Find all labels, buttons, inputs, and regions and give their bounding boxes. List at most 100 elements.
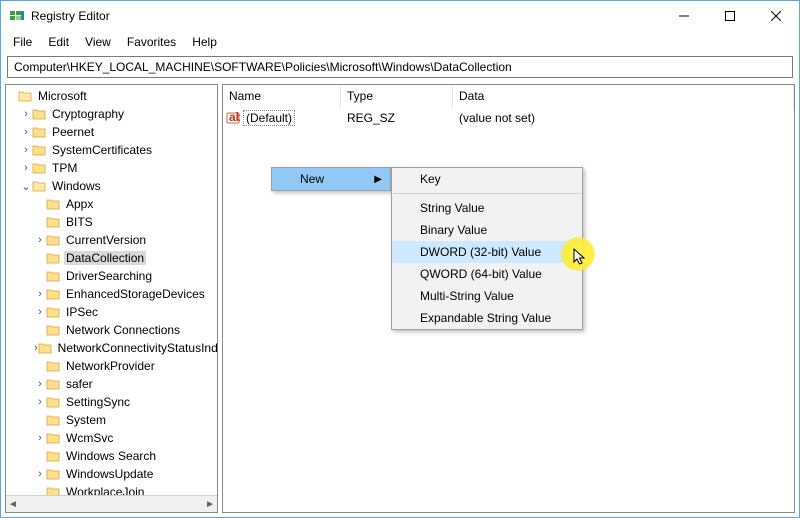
tree-pane: Microsoft › Cryptography › Peernet › SystemCer… <box>5 84 218 513</box>
expander-icon[interactable]: › <box>34 432 46 444</box>
tree-node[interactable]: NetworkProvider <box>6 357 217 375</box>
tree-node[interactable]: BITS <box>6 213 217 231</box>
svg-text:ab: ab <box>229 111 240 124</box>
menu-favorites[interactable]: Favorites <box>119 32 184 52</box>
expander-icon[interactable]: › <box>34 234 46 246</box>
expander-icon[interactable]: › <box>34 378 46 390</box>
submenu-string-value[interactable]: String Value <box>392 197 582 219</box>
tree-node-label: IPSec <box>64 305 100 319</box>
col-name[interactable]: Name <box>223 85 341 108</box>
expander-icon[interactable]: › <box>20 108 32 120</box>
tree-node-label: CurrentVersion <box>64 233 148 247</box>
expander-icon[interactable]: ⌄ <box>20 180 32 193</box>
folder-icon <box>46 486 60 495</box>
tree-node[interactable]: › IPSec <box>6 303 217 321</box>
folder-icon <box>46 252 60 264</box>
expander-icon[interactable]: › <box>20 162 32 174</box>
tree-node[interactable]: › TPM <box>6 159 217 177</box>
value-row[interactable]: ab (Default) REG_SZ (value not set) <box>223 108 794 127</box>
tree-node[interactable]: Microsoft <box>6 87 217 105</box>
tree-node[interactable]: ⌄ Windows <box>6 177 217 195</box>
tree-node[interactable]: DataCollection <box>6 249 217 267</box>
tree-node-label: WcmSvc <box>64 431 115 445</box>
folder-icon <box>46 432 60 444</box>
tree-node-label: DataCollection <box>64 251 146 265</box>
tree-node[interactable]: › WcmSvc <box>6 429 217 447</box>
tree-node-label: Cryptography <box>50 107 126 121</box>
folder-icon <box>46 288 60 300</box>
tree-node[interactable]: › Peernet <box>6 123 217 141</box>
submenu-expandstring-value[interactable]: Expandable String Value <box>392 307 582 329</box>
tree-node[interactable]: WorkplaceJoin <box>6 483 217 495</box>
menu-file[interactable]: File <box>5 32 40 52</box>
tree-node-label: EnhancedStorageDevices <box>64 287 207 301</box>
menu-help[interactable]: Help <box>184 32 225 52</box>
string-value-icon: ab <box>223 111 243 125</box>
expander-icon[interactable]: › <box>20 126 32 138</box>
menu-edit[interactable]: Edit <box>40 32 77 52</box>
menu-view[interactable]: View <box>77 32 119 52</box>
tree-node[interactable]: › Cryptography <box>6 105 217 123</box>
address-bar[interactable]: Computer\HKEY_LOCAL_MACHINE\SOFTWARE\Pol… <box>7 56 793 78</box>
tree-node[interactable]: › EnhancedStorageDevices <box>6 285 217 303</box>
submenu-binary-value[interactable]: Binary Value <box>392 219 582 241</box>
expander-icon[interactable]: › <box>34 468 46 480</box>
window-title: Registry Editor <box>31 9 110 23</box>
context-submenu-new: Key String Value Binary Value DWORD (32-… <box>391 167 583 330</box>
submenu-multistring-value[interactable]: Multi-String Value <box>392 285 582 307</box>
tree-node-label: Windows Search <box>64 449 158 463</box>
value-name: (Default) <box>243 111 341 125</box>
tree-node[interactable]: DriverSearching <box>6 267 217 285</box>
tree-node-label: Windows <box>50 179 103 193</box>
col-data[interactable]: Data <box>453 85 794 108</box>
folder-icon <box>46 468 60 480</box>
tree-node[interactable]: System <box>6 411 217 429</box>
tree-node[interactable]: Windows Search <box>6 447 217 465</box>
tree-node-label: SystemCertificates <box>50 143 154 157</box>
tree-node[interactable]: ›NetworkConnectivityStatusIndicator <box>6 339 217 357</box>
tree-node[interactable]: › SystemCertificates <box>6 141 217 159</box>
submenu-dword-value[interactable]: DWORD (32-bit) Value <box>392 241 582 263</box>
expander-icon[interactable]: › <box>34 288 46 300</box>
close-button[interactable] <box>753 1 799 31</box>
tree-node[interactable]: ›SettingSync <box>6 393 217 411</box>
tree-node-label: Peernet <box>50 125 96 139</box>
values-pane: Name Type Data ab (Default) REG_SZ (valu… <box>222 84 795 513</box>
tree-node-label: Microsoft <box>36 89 89 103</box>
tree-node-label: Network Connections <box>64 323 182 337</box>
context-menu: New ▶ <box>271 167 391 191</box>
tree-node-label: WorkplaceJoin <box>64 485 146 495</box>
col-type[interactable]: Type <box>341 85 453 108</box>
folder-icon <box>46 270 60 282</box>
titlebar[interactable]: Registry Editor <box>1 1 799 31</box>
value-type: REG_SZ <box>341 111 453 125</box>
maximize-button[interactable] <box>707 1 753 31</box>
expander-icon[interactable]: › <box>34 396 46 408</box>
tree-node[interactable]: Network Connections <box>6 321 217 339</box>
context-menu-new[interactable]: New ▶ <box>272 168 390 190</box>
folder-icon <box>46 216 60 228</box>
submenu-key[interactable]: Key <box>392 168 582 190</box>
expander-icon[interactable]: › <box>34 306 46 318</box>
expander-icon[interactable]: › <box>20 144 32 156</box>
tree-node-label: Appx <box>64 197 95 211</box>
submenu-qword-value[interactable]: QWORD (64-bit) Value <box>392 263 582 285</box>
tree-node[interactable]: › CurrentVersion <box>6 231 217 249</box>
folder-icon <box>32 108 46 120</box>
tree-node[interactable]: ›safer <box>6 375 217 393</box>
tree-node-label: WindowsUpdate <box>64 467 155 481</box>
registry-tree[interactable]: Microsoft › Cryptography › Peernet › SystemCer… <box>6 85 217 495</box>
tree-node-label: NetworkConnectivityStatusIndicator <box>56 341 217 355</box>
folder-icon <box>18 90 32 102</box>
tree-horizontal-scrollbar[interactable]: ◄ ► <box>6 495 217 512</box>
folder-icon <box>38 342 52 354</box>
tree-node-label: BITS <box>64 215 95 229</box>
tree-node[interactable]: › WindowsUpdate <box>6 465 217 483</box>
tree-node[interactable]: Appx <box>6 195 217 213</box>
scroll-left-icon[interactable]: ◄ <box>8 499 18 510</box>
scroll-right-icon[interactable]: ► <box>205 499 215 510</box>
folder-icon <box>32 180 46 192</box>
folder-icon <box>46 324 60 336</box>
minimize-button[interactable] <box>661 1 707 31</box>
tree-node-label: TPM <box>50 161 79 175</box>
